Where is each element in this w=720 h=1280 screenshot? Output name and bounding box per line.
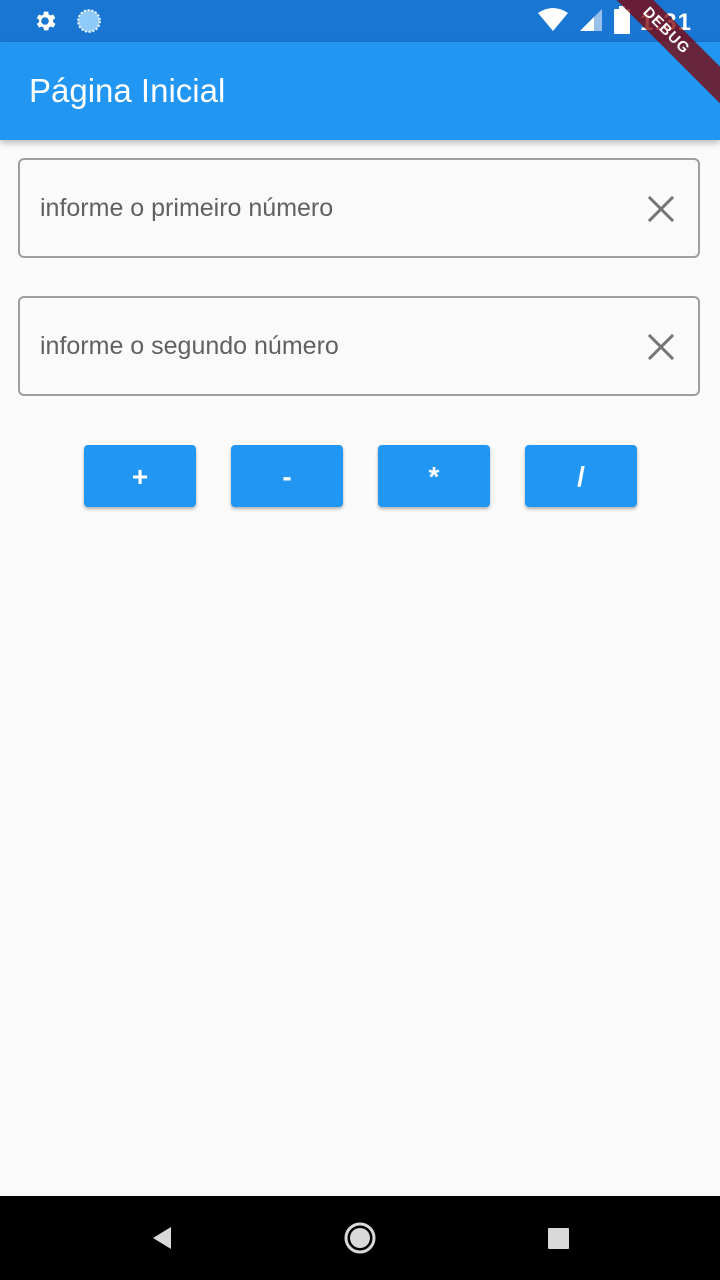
first-number-field [18,158,700,258]
subtract-button[interactable]: - [231,445,343,507]
second-number-field [18,296,700,396]
cell-signal-icon [578,7,604,38]
page-title: Página Inicial [29,72,226,109]
wifi-icon [537,7,568,38]
add-button[interactable]: + [84,445,196,507]
clear-first-button[interactable] [646,194,676,224]
operation-buttons: + - * / [0,445,720,507]
status-left-icons [32,8,102,39]
app-bar: Página Inicial [0,42,720,140]
sync-icon [76,8,102,39]
system-nav-bar [0,1196,720,1280]
close-icon [647,333,675,361]
clear-second-button[interactable] [646,332,676,362]
divide-button[interactable]: / [525,445,637,507]
home-icon [344,1222,376,1254]
first-number-input[interactable] [40,160,620,256]
app-screen: 1:31 DEBUG Página Inicial + - * / [0,0,720,1280]
close-icon [647,195,675,223]
nav-home-button[interactable] [340,1218,380,1258]
nav-back-button[interactable] [142,1218,182,1258]
second-number-input[interactable] [40,298,620,394]
multiply-button[interactable]: * [378,445,490,507]
back-icon [153,1227,171,1249]
status-bar: 1:31 [0,0,720,42]
nav-recent-button[interactable] [538,1218,578,1258]
recent-apps-icon [548,1228,569,1249]
settings-icon [32,8,58,39]
